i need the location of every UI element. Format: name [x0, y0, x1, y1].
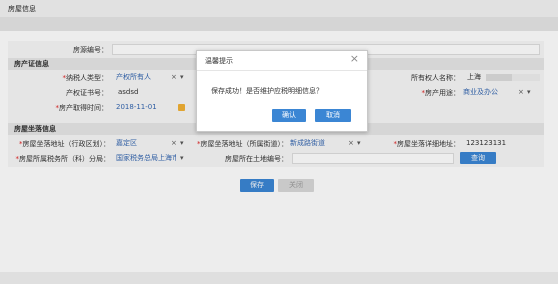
dialog-title: 温馨提示 — [205, 57, 233, 65]
dialog-header: 温馨提示 × — [197, 51, 367, 71]
close-icon[interactable]: × — [350, 53, 359, 65]
modal-overlay — [0, 0, 558, 284]
confirm-button[interactable]: 确认 — [272, 109, 306, 122]
cancel-button[interactable]: 取消 — [315, 109, 351, 122]
confirm-dialog: 温馨提示 × 保存成功！是否维护应税明细信息？ 确认 取消 — [196, 50, 368, 132]
dialog-message: 保存成功！是否维护应税明细信息？ — [211, 87, 323, 95]
